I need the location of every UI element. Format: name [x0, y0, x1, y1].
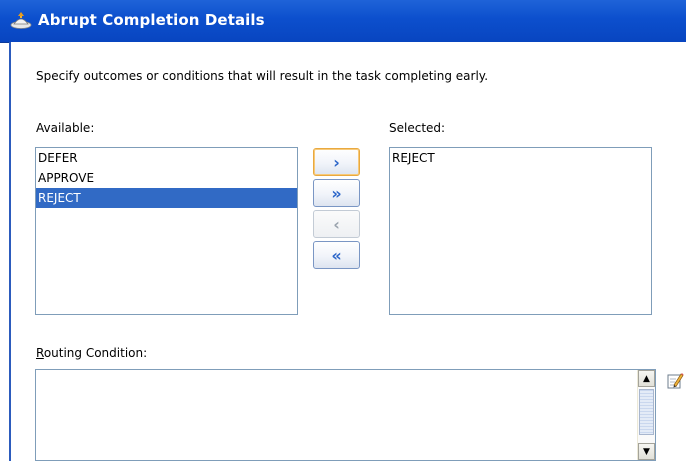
remove-all-button[interactable]: « [313, 241, 360, 269]
available-list[interactable]: DEFER APPROVE REJECT [35, 147, 298, 315]
available-item-defer[interactable]: DEFER [36, 148, 297, 168]
description-text: Specify outcomes or conditions that will… [36, 69, 489, 83]
scrollbar-thumb[interactable] [639, 389, 654, 435]
move-all-button[interactable]: » [313, 179, 360, 207]
routing-condition-label: Routing Condition: [36, 346, 147, 360]
edit-pencil-icon[interactable] [666, 372, 684, 390]
selected-list[interactable]: REJECT [389, 147, 652, 315]
available-item-reject[interactable]: REJECT [36, 188, 297, 208]
dialog-title: Abrupt Completion Details [38, 11, 265, 29]
routing-condition-input[interactable]: ▲ ▼ [35, 369, 656, 461]
routing-label-mnemonic: R [36, 346, 44, 360]
task-icon [10, 12, 32, 29]
dialog-window: Abrupt Completion Details Specify outcom… [0, 0, 686, 461]
available-item-approve[interactable]: APPROVE [36, 168, 297, 188]
available-label: Available: [36, 121, 95, 135]
routing-label-text: outing Condition: [43, 346, 148, 360]
remove-selected-button[interactable]: ‹ [313, 210, 360, 238]
selected-item-reject[interactable]: REJECT [390, 148, 651, 168]
scroll-down-arrow-icon[interactable]: ▼ [638, 443, 655, 460]
selected-label: Selected: [389, 121, 446, 135]
move-selected-button[interactable]: › [313, 148, 360, 176]
title-bar: Abrupt Completion Details [0, 0, 686, 43]
vertical-scrollbar[interactable]: ▲ ▼ [637, 370, 655, 460]
scroll-up-arrow-icon[interactable]: ▲ [638, 370, 655, 387]
